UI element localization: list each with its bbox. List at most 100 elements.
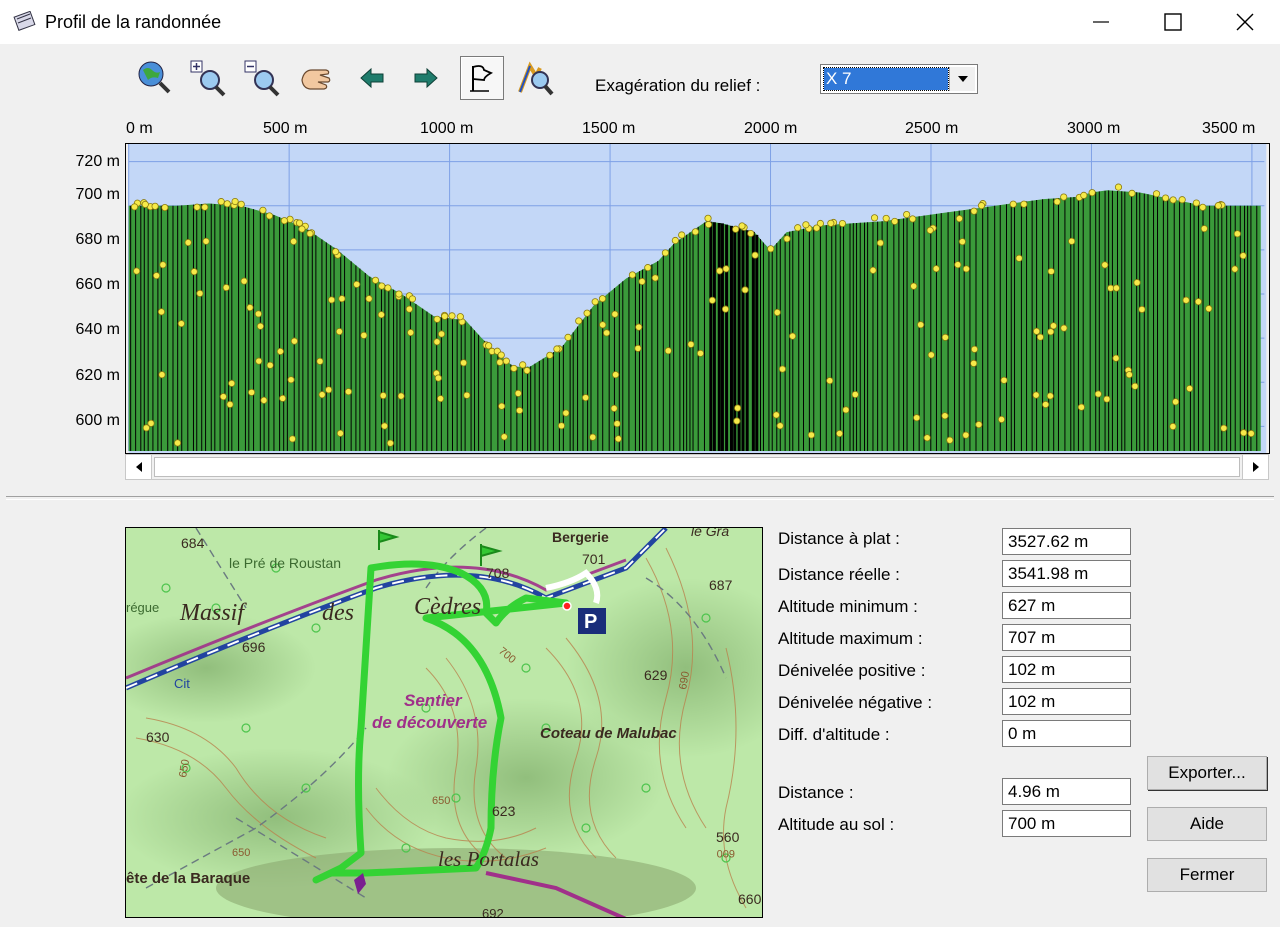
profile-point — [612, 371, 620, 379]
profile-point — [353, 280, 361, 288]
profile-point — [589, 433, 597, 441]
profile-point — [807, 431, 815, 439]
profile-point — [891, 217, 899, 225]
y-tick-label: 700 m — [75, 186, 120, 203]
zoom-in-button[interactable] — [186, 56, 230, 100]
close-window-button[interactable] — [1210, 0, 1280, 44]
profile-point — [177, 320, 185, 328]
ground-altitude-value: 700 m — [1002, 810, 1131, 837]
pane-splitter[interactable] — [6, 496, 1274, 500]
profile-point — [260, 396, 268, 404]
export-button[interactable]: Exporter... — [1147, 756, 1267, 790]
profile-point — [365, 295, 373, 303]
x-tick-label: 3500 m — [1202, 120, 1256, 137]
profile-point — [1060, 193, 1068, 201]
profile-point — [634, 344, 642, 352]
map-label: 650 — [232, 847, 250, 859]
back-button[interactable] — [350, 56, 394, 100]
profile-point — [1131, 382, 1139, 390]
profile-point — [433, 315, 441, 323]
profile-point — [644, 264, 652, 272]
profile-zoom-button[interactable] — [514, 56, 558, 100]
profile-point — [610, 404, 618, 412]
svg-text:P: P — [584, 611, 597, 633]
profile-point — [202, 237, 210, 245]
scroll-right-button[interactable] — [1242, 455, 1268, 479]
profile-point — [1053, 198, 1061, 206]
map-label: 600 — [717, 847, 735, 859]
y-tick-label: 620 m — [75, 367, 120, 384]
profile-point — [941, 412, 949, 420]
route-map[interactable]: P 684 le Pré de Roustan Bergerie 701 708… — [125, 527, 763, 918]
profile-point — [325, 386, 333, 394]
map-label: de découverte — [372, 713, 487, 732]
minimize-button[interactable] — [1066, 0, 1136, 44]
profile-point — [997, 415, 1006, 423]
close-button[interactable]: Fermer — [1147, 858, 1267, 892]
profile-point — [1033, 327, 1041, 335]
profile-point — [173, 439, 182, 447]
profile-point — [448, 312, 456, 320]
profile-point — [1200, 225, 1208, 233]
scroll-left-button[interactable] — [126, 455, 152, 479]
profile-point — [407, 329, 415, 337]
profile-point — [751, 251, 759, 259]
y-tick-label: 720 m — [75, 153, 120, 170]
maximize-button[interactable] — [1138, 0, 1208, 44]
profile-point — [290, 237, 298, 246]
profile-point — [1088, 189, 1096, 197]
profile-point — [913, 414, 921, 422]
profile-point — [562, 409, 570, 417]
profile-point — [338, 295, 346, 303]
profile-point — [141, 200, 149, 208]
relief-label: Exagération du relief : — [595, 76, 761, 95]
profile-point — [151, 202, 159, 210]
profile-point — [932, 265, 940, 273]
map-label: 660 — [738, 891, 762, 907]
profile-point — [613, 420, 621, 428]
relief-dropdown-button[interactable] — [949, 67, 975, 91]
zoom-out-button[interactable] — [240, 56, 284, 100]
profile-point — [564, 333, 572, 341]
profile-point — [1020, 200, 1028, 208]
x-tick-label: 1000 m — [420, 120, 474, 137]
waypoint-flag-button[interactable] — [460, 56, 504, 100]
profile-point — [395, 290, 403, 298]
profile-zoom-icon — [518, 61, 554, 96]
profile-point — [222, 283, 230, 292]
profile-point — [696, 349, 705, 357]
elevation-profile-chart[interactable] — [125, 143, 1270, 454]
profile-point — [651, 274, 659, 282]
arrow-right-icon — [414, 67, 438, 89]
forward-button[interactable] — [404, 56, 448, 100]
profile-point — [704, 220, 713, 229]
topographic-map: P 684 le Pré de Roustan Bergerie 701 708… — [126, 528, 762, 917]
profile-point — [962, 431, 970, 439]
scroll-thumb[interactable] — [154, 457, 1240, 477]
map-label: régue — [126, 600, 159, 615]
profile-point — [460, 359, 468, 367]
profile-point — [926, 226, 934, 234]
relief-select[interactable]: X 7 — [820, 64, 978, 94]
profile-point — [599, 321, 607, 329]
profile-point — [1009, 200, 1017, 208]
globe-zoom-button[interactable] — [132, 56, 176, 100]
profile-point — [923, 434, 931, 442]
profile-point — [721, 305, 730, 313]
profile-point — [882, 214, 890, 222]
profile-window: Profil de la randonnée Exagération du re… — [0, 0, 1280, 927]
help-button[interactable]: Aide — [1147, 807, 1267, 841]
profile-point — [515, 406, 524, 415]
cursor-distance-value: 4.96 m — [1002, 778, 1131, 805]
map-label: 629 — [644, 667, 668, 683]
profile-point — [1133, 279, 1141, 287]
profile-scrollbar[interactable] — [125, 454, 1269, 480]
pan-button[interactable] — [294, 56, 338, 100]
map-label: 630 — [146, 729, 170, 745]
profile-point — [1046, 392, 1054, 400]
profile-point — [1112, 284, 1120, 292]
profile-point — [870, 214, 879, 222]
profile-point — [158, 371, 166, 379]
ground-altitude-label: Altitude au sol : — [778, 815, 895, 834]
profile-point — [1233, 230, 1241, 238]
